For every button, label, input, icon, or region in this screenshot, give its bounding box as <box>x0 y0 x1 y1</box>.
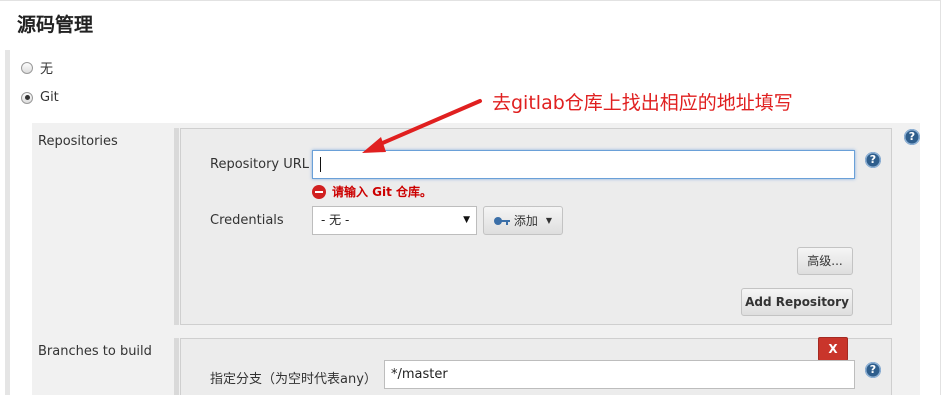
scm-option-git[interactable]: Git <box>21 90 59 105</box>
scm-option-git-label: Git <box>40 90 59 105</box>
credentials-select[interactable]: - 无 - ▼ <box>312 206 477 235</box>
credentials-label: Credentials <box>210 213 284 228</box>
chevron-down-icon: ▼ <box>545 216 553 225</box>
add-credentials-label: 添加 <box>513 214 538 228</box>
radio-git[interactable] <box>21 91 33 104</box>
add-repository-button[interactable]: Add Repository <box>741 288 853 316</box>
repositories-label: Repositories <box>38 134 118 149</box>
repositories-indent-bar <box>174 128 179 325</box>
repository-url-input[interactable] <box>312 150 855 179</box>
error-icon <box>312 184 326 199</box>
section-indent-bar <box>5 50 10 395</box>
repository-url-error: 请输入 Git 仓库。 <box>312 183 432 200</box>
error-text: 请输入 Git 仓库。 <box>332 185 433 199</box>
branches-indent-bar <box>174 338 179 395</box>
delete-branch-button[interactable]: X <box>818 337 848 361</box>
add-credentials-button[interactable]: 添加 ▼ <box>483 206 563 235</box>
advanced-button[interactable]: 高级... <box>797 247 853 275</box>
text-caret <box>320 157 321 172</box>
annotation-text: 去gitlab仓库上找出相应的地址填写 <box>492 92 793 114</box>
repository-url-help-icon[interactable]: ? <box>865 152 881 168</box>
dropdown-arrow-icon: ▼ <box>463 215 470 225</box>
branch-specifier-value: */master <box>391 367 448 382</box>
source-code-management-page: 源码管理 无 Git ? Repositories Repository URL… <box>0 0 945 395</box>
credentials-selected-value: - 无 - <box>321 213 350 227</box>
section-title: 源码管理 <box>17 14 94 36</box>
git-help-icon[interactable]: ? <box>904 129 920 145</box>
branch-specifier-input[interactable]: */master <box>384 360 855 389</box>
key-icon <box>493 216 510 225</box>
repository-url-label: Repository URL <box>210 157 310 172</box>
right-divider <box>940 0 941 395</box>
scm-option-none[interactable]: 无 <box>21 58 53 77</box>
branches-to-build-label: Branches to build <box>38 344 152 359</box>
branch-specifier-label: 指定分支（为空时代表any） <box>210 372 377 387</box>
scm-option-none-label: 无 <box>40 62 54 77</box>
branch-specifier-help-icon[interactable]: ? <box>865 362 881 378</box>
radio-none[interactable] <box>21 61 33 74</box>
top-divider <box>0 0 940 1</box>
